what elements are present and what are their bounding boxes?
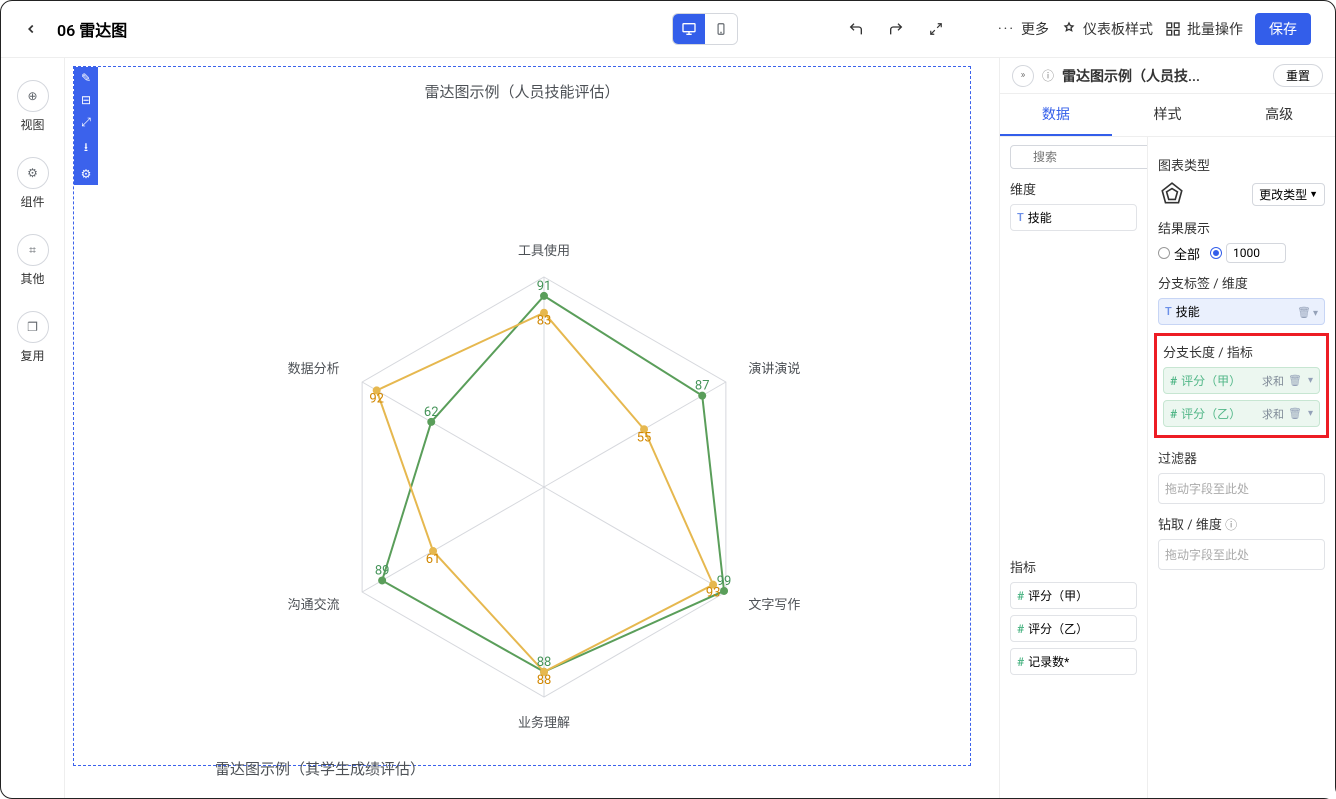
tile-toolbar: ✎ ⊟ ⤢ ⭳ ⚙ xyxy=(74,67,98,185)
metric-field-a[interactable]: # 评分（甲） xyxy=(1010,582,1137,609)
tab-advanced[interactable]: 高级 xyxy=(1223,94,1335,136)
svg-text:93: 93 xyxy=(706,586,721,601)
radar-type-icon xyxy=(1158,180,1186,208)
dashboard-style-button[interactable]: 仪表板样式 xyxy=(1061,19,1153,39)
redo-button[interactable] xyxy=(882,15,910,43)
svg-text:83: 83 xyxy=(537,314,552,329)
svg-text:数据分析: 数据分析 xyxy=(288,362,340,377)
topbar: 06 雷达图 ···更多 仪表板样式 xyxy=(1,1,1335,57)
radio-all[interactable]: 全部 xyxy=(1158,244,1200,263)
batch-operate-button[interactable]: 批量操作 xyxy=(1165,19,1243,39)
chevron-down-icon[interactable]: ▾ xyxy=(1313,308,1318,319)
tab-data[interactable]: 数据 xyxy=(1000,94,1112,136)
left-rail: ⊕ 视图 ⚙ 组件 ⌗ 其他 ❐ 复用 xyxy=(1,58,65,798)
copy-icon: ❐ xyxy=(27,320,38,334)
svg-text:87: 87 xyxy=(695,379,710,394)
number-type-icon: # xyxy=(1017,622,1024,636)
page-title: 06 雷达图 xyxy=(57,17,127,41)
panel-title: 雷达图示例（人员技... xyxy=(1062,66,1265,86)
chevron-down-icon[interactable]: ▾ xyxy=(1308,408,1313,419)
rail-reuse[interactable]: ❐ 复用 xyxy=(17,301,49,374)
ruler-icon[interactable]: ⊟ xyxy=(81,93,91,107)
drill-dropzone[interactable]: 拖动字段至此处 xyxy=(1158,539,1325,570)
branch-label-dim-header: 分支标签 / 维度 xyxy=(1158,273,1325,292)
back-button[interactable] xyxy=(17,15,45,43)
expand-icon[interactable]: ⤢ xyxy=(81,115,91,130)
device-toggle xyxy=(672,13,738,45)
rail-view[interactable]: ⊕ 视图 xyxy=(17,70,49,143)
svg-text:88: 88 xyxy=(537,655,552,670)
svg-text:文字写作: 文字写作 xyxy=(748,598,800,613)
change-chart-type-button[interactable]: 更改类型▼ xyxy=(1252,183,1325,206)
filter-dropzone[interactable]: 拖动字段至此处 xyxy=(1158,473,1325,504)
field-search-input[interactable] xyxy=(1010,145,1148,169)
mobile-view-button[interactable] xyxy=(705,14,737,44)
branch-length-metric-box: 分支长度 / 指标 #评分（甲） 求和🗑▾ #评分（乙） 求和🗑▾ xyxy=(1154,333,1329,438)
trash-icon[interactable]: 🗑 xyxy=(1288,407,1302,420)
result-count-input[interactable] xyxy=(1226,243,1286,263)
trash-icon[interactable]: 🗑 xyxy=(1288,374,1302,387)
radar-chart: 工具使用演讲演说文字写作业务理解沟通交流数据分析9187998889628355… xyxy=(264,207,824,767)
collapse-panel-button[interactable]: » xyxy=(1012,65,1034,87)
export-icon[interactable]: ⭳ xyxy=(84,138,88,159)
chart-type-label: 图表类型 xyxy=(1158,155,1325,174)
metric-header: 指标 xyxy=(1010,557,1137,576)
branch-dim-skill[interactable]: T技能 🗑▾ xyxy=(1158,298,1325,325)
reset-button[interactable]: 重置 xyxy=(1273,64,1323,87)
target-icon: ⊕ xyxy=(27,89,37,103)
info-icon: ⓘ xyxy=(1042,67,1054,84)
filter-label: 过滤器 xyxy=(1158,448,1325,467)
dimension-header: 维度 xyxy=(1010,179,1137,198)
tab-style[interactable]: 样式 xyxy=(1112,94,1224,136)
text-type-icon: T xyxy=(1017,211,1024,224)
second-chart-title: 雷达图示例（其学生成绩评估） xyxy=(215,758,425,779)
radio-count[interactable] xyxy=(1210,243,1286,263)
svg-text:92: 92 xyxy=(369,391,384,406)
save-button[interactable]: 保存 xyxy=(1255,13,1311,45)
more-menu[interactable]: ···更多 xyxy=(998,19,1049,39)
edit-icon[interactable]: ✎ xyxy=(81,71,91,85)
svg-text:91: 91 xyxy=(537,279,552,294)
result-display-label: 结果展示 xyxy=(1158,218,1325,237)
trash-icon[interactable]: 🗑 xyxy=(1297,306,1311,319)
dim-field-skill[interactable]: T 技能 xyxy=(1010,204,1137,231)
svg-text:88: 88 xyxy=(537,673,552,688)
chevron-down-icon[interactable]: ▾ xyxy=(1308,375,1313,386)
drill-label: 钻取 / 维度 ⓘ xyxy=(1158,514,1325,533)
svg-text:89: 89 xyxy=(375,563,390,578)
number-type-icon: # xyxy=(1017,655,1024,669)
fullscreen-button[interactable] xyxy=(922,15,950,43)
svg-text:工具使用: 工具使用 xyxy=(518,243,570,259)
svg-text:55: 55 xyxy=(637,430,652,445)
chart-title: 雷达图示例（人员技能评估） xyxy=(74,81,970,102)
rail-other[interactable]: ⌗ 其他 xyxy=(17,224,49,297)
canvas[interactable]: ✎ ⊟ ⤢ ⭳ ⚙ 雷达图示例（人员技能评估） 工具使用演讲演说文字写作业务理解… xyxy=(65,58,999,798)
svg-text:61: 61 xyxy=(426,552,441,567)
settings-icon[interactable]: ⚙ xyxy=(81,167,92,181)
undo-button[interactable] xyxy=(842,15,870,43)
svg-text:演讲演说: 演讲演说 xyxy=(748,361,800,377)
branch-metric-b[interactable]: #评分（乙） 求和🗑▾ xyxy=(1163,400,1320,427)
metric-field-count[interactable]: # 记录数* xyxy=(1010,648,1137,675)
branch-length-metric-header: 分支长度 / 指标 xyxy=(1163,342,1320,361)
metric-field-b[interactable]: # 评分（乙） xyxy=(1010,615,1137,642)
gear-icon: ⚙ xyxy=(27,166,38,180)
chart-tile[interactable]: ✎ ⊟ ⤢ ⭳ ⚙ 雷达图示例（人员技能评估） 工具使用演讲演说文字写作业务理解… xyxy=(73,66,971,766)
desktop-view-button[interactable] xyxy=(673,14,705,44)
svg-text:业务理解: 业务理解 xyxy=(518,715,570,731)
svg-text:62: 62 xyxy=(424,405,439,420)
branch-metric-a[interactable]: #评分（甲） 求和🗑▾ xyxy=(1163,367,1320,394)
layout-icon: ⌗ xyxy=(29,243,36,258)
properties-panel: » ⓘ 雷达图示例（人员技... 重置 数据 样式 高级 ⚙ ⟳ xyxy=(999,58,1335,798)
number-type-icon: # xyxy=(1017,589,1024,603)
svg-text:沟通交流: 沟通交流 xyxy=(288,597,340,613)
rail-components[interactable]: ⚙ 组件 xyxy=(17,147,49,220)
